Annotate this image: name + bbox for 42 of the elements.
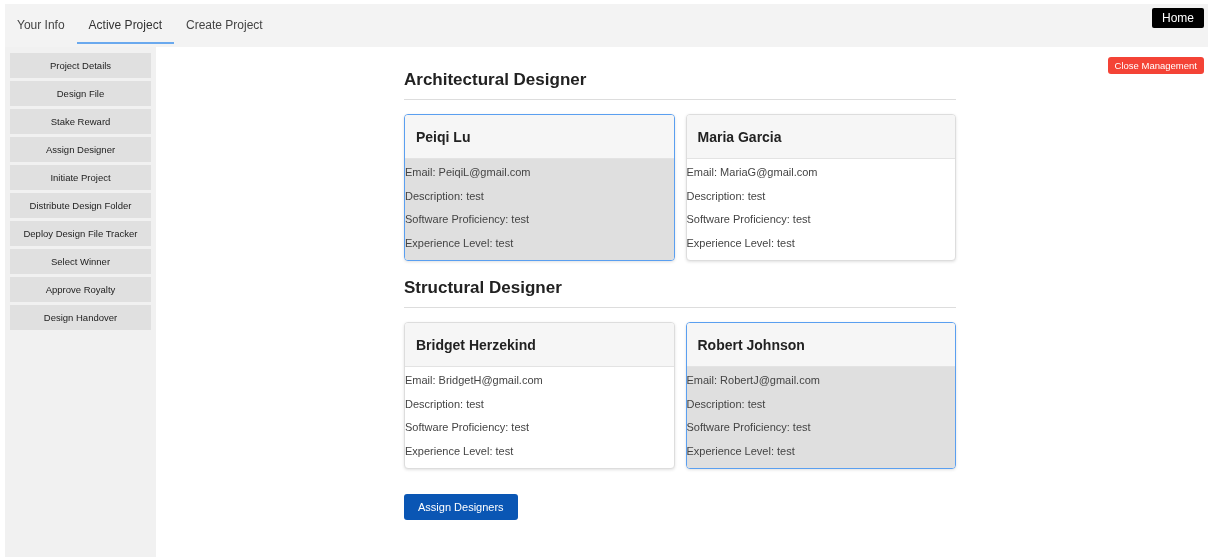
designer-detail: Description: test — [686, 396, 767, 412]
designer-detail: Experience Level: test — [686, 443, 796, 459]
sidebar-button[interactable]: Design File — [10, 81, 151, 106]
assign-designers-button[interactable]: Assign Designers — [404, 494, 518, 520]
sidebar-button[interactable]: Project Details — [10, 53, 151, 78]
designer-card[interactable]: Robert Johnson Email: RobertJ@gmail.com Description: test Software Proficiency: test Experience Level: test — [685, 322, 956, 469]
designer-detail: Experience Level: test — [686, 235, 796, 251]
sidebar-button[interactable]: Stake Reward — [10, 109, 151, 134]
sidebar-button[interactable]: Select Winner — [10, 249, 151, 274]
designer-detail: Description: test — [405, 396, 485, 412]
designer-detail: Email: RobertJ@gmail.com — [686, 373, 821, 388]
sidebar-button[interactable]: Approve Royalty — [10, 277, 151, 302]
nav-tab[interactable]: Active Project — [76, 7, 174, 44]
sidebar-button[interactable]: Assign Designer — [10, 137, 151, 162]
designer-detail: Email: PeiqiL@gmail.com — [405, 165, 532, 180]
home-button[interactable]: Home — [1152, 8, 1204, 28]
designer-detail: Description: test — [686, 188, 767, 204]
section-heading: Architectural Designer — [404, 70, 956, 100]
designer-name: Maria Garcia — [697, 128, 782, 145]
designer-detail: Description: test — [405, 188, 485, 204]
sidebar-button[interactable]: Initiate Project — [10, 165, 151, 190]
designer-card[interactable]: Maria Garcia Email: MariaG@gmail.com Description: test Software Proficiency: test Experience Level: test — [685, 114, 956, 261]
designer-card[interactable]: Peiqi Lu Email: PeiqiL@gmail.com Description: test Software Proficiency: test Experience Level: test — [404, 114, 675, 261]
designer-name: Peiqi Lu — [416, 128, 471, 145]
sidebar-button[interactable]: Distribute Design Folder — [10, 193, 151, 218]
designer-name: Robert Johnson — [697, 336, 805, 353]
designer-detail: Software Proficiency: test — [686, 420, 812, 435]
designer-name: Bridget Herzekind — [416, 336, 536, 353]
nav-tab[interactable]: Your Info — [5, 7, 77, 44]
designer-detail: Email: MariaG@gmail.com — [686, 165, 819, 180]
designer-detail: Software Proficiency: test — [405, 420, 531, 435]
designer-detail: Software Proficiency: test — [405, 212, 531, 227]
designer-detail: Experience Level: test — [405, 443, 515, 459]
sidebar-button[interactable]: Design Handover — [10, 305, 151, 330]
designer-detail: Experience Level: test — [405, 235, 515, 251]
designer-detail: Email: BridgetH@gmail.com — [405, 373, 544, 388]
designer-card[interactable]: Bridget Herzekind Email: BridgetH@gmail.com Description: test Software Proficiency: test Experience Level: test — [404, 322, 675, 469]
sidebar-button[interactable]: Deploy Design File Tracker — [10, 221, 151, 246]
close-management-button[interactable]: Close Management — [1107, 57, 1204, 74]
nav-tab[interactable]: Create Project — [173, 7, 275, 44]
section-heading: Structural Designer — [404, 278, 956, 308]
designer-detail: Software Proficiency: test — [686, 212, 812, 227]
